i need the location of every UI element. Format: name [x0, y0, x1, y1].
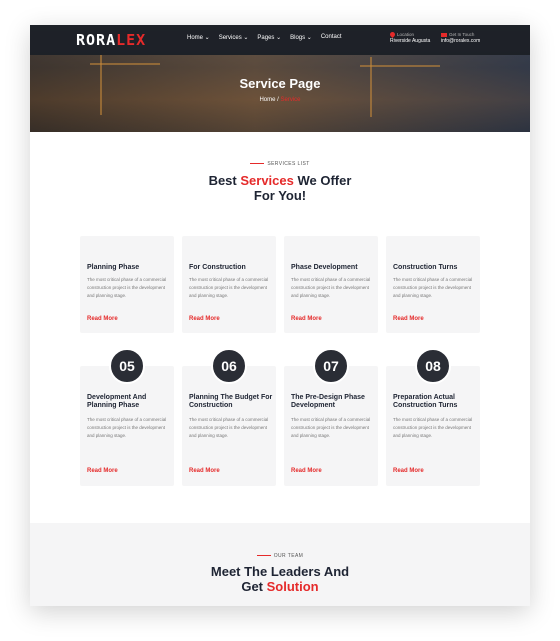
step-number-badge: 08	[415, 348, 451, 384]
nav-blogs[interactable]: Blogs ⌄	[290, 34, 312, 41]
card-title: Preparation Actual Construction Turns	[393, 394, 458, 409]
step-number-badge: 07	[313, 348, 349, 384]
card-title: Planning Phase	[87, 264, 140, 271]
card-description: The most critical phase of a commercial …	[291, 277, 371, 298]
services-eyebrow: SERVICES LIST	[30, 161, 530, 167]
read-more-link[interactable]: Read More	[189, 468, 220, 474]
step-number-badge: 05	[109, 348, 145, 384]
read-more-link[interactable]: Read More	[87, 468, 118, 474]
breadcrumb-current: Service	[280, 97, 301, 103]
read-more-link[interactable]: Read More	[87, 316, 118, 322]
brand-logo[interactable]: RORALEX	[76, 31, 146, 49]
location-pin-icon	[388, 30, 397, 39]
top-navbar: RORALEX Home ⌄ Services ⌄ Pages ⌄ Blogs …	[30, 25, 530, 55]
card-description: The most critical phase of a commercial …	[291, 417, 371, 438]
service-card: The Pre-Design Phase Development The mos…	[284, 366, 378, 486]
read-more-link[interactable]: Read More	[189, 316, 220, 322]
read-more-link[interactable]: Read More	[291, 316, 322, 322]
read-more-link[interactable]: Read More	[393, 468, 424, 474]
team-section: OUR TEAM Meet The Leaders And Get Soluti…	[30, 523, 530, 606]
location-info: Location Riverside Augusta	[388, 30, 431, 44]
main-nav: Home ⌄ Services ⌄ Pages ⌄ Blogs ⌄ Contac…	[187, 34, 342, 41]
card-description: The most critical phase of a commercial …	[393, 417, 473, 438]
service-card: Planning The Budget For Construction The…	[182, 366, 276, 486]
card-title: Planning The Budget For Construction	[189, 394, 273, 409]
nav-pages[interactable]: Pages ⌄	[257, 34, 281, 41]
service-card: Planning Phase The most critical phase o…	[80, 236, 174, 333]
card-description: The most critical phase of a commercial …	[189, 277, 269, 298]
page-frame: RORALEX Home ⌄ Services ⌄ Pages ⌄ Blogs …	[30, 25, 530, 606]
services-heading: Best Services We Offer For You!	[208, 173, 352, 203]
service-card: For Construction The most critical phase…	[182, 236, 276, 333]
nav-contact[interactable]: Contact	[321, 34, 342, 41]
card-title: Development And Planning Phase	[87, 394, 147, 409]
read-more-link[interactable]: Read More	[291, 468, 322, 474]
nav-services[interactable]: Services ⌄	[219, 34, 249, 41]
card-description: The most critical phase of a commercial …	[87, 277, 167, 298]
card-description: The most critical phase of a commercial …	[189, 417, 269, 438]
read-more-link[interactable]: Read More	[393, 316, 424, 322]
card-title: Construction Turns	[393, 264, 458, 271]
email-link[interactable]: info@roralex.com	[441, 38, 480, 44]
step-number-badge: 06	[211, 348, 247, 384]
card-description: The most critical phase of a commercial …	[87, 417, 167, 438]
service-card: Preparation Actual Construction Turns Th…	[386, 366, 480, 486]
team-heading: Meet The Leaders And Get Solution	[210, 564, 350, 594]
service-card: Phase Development The most critical phas…	[284, 236, 378, 333]
service-card: Construction Turns The most critical pha…	[386, 236, 480, 333]
page-title: Service Page	[239, 76, 321, 91]
card-title: The Pre-Design Phase Development	[291, 394, 365, 409]
crane-jib	[360, 65, 440, 67]
team-eyebrow: OUR TEAM	[30, 553, 530, 559]
hero-banner: RORALEX Home ⌄ Services ⌄ Pages ⌄ Blogs …	[30, 25, 530, 132]
breadcrumb: Home / Service	[259, 97, 301, 103]
card-description: The most critical phase of a commercial …	[393, 277, 473, 298]
card-title: Phase Development	[291, 264, 358, 271]
nav-home[interactable]: Home ⌄	[187, 34, 210, 41]
breadcrumb-home[interactable]: Home	[259, 97, 275, 103]
envelope-icon	[441, 32, 447, 37]
card-title: For Construction	[189, 264, 246, 271]
service-card: Development And Planning Phase The most …	[80, 366, 174, 486]
contact-info: Get In Touch info@roralex.com	[441, 32, 481, 44]
crane-jib	[90, 63, 160, 65]
